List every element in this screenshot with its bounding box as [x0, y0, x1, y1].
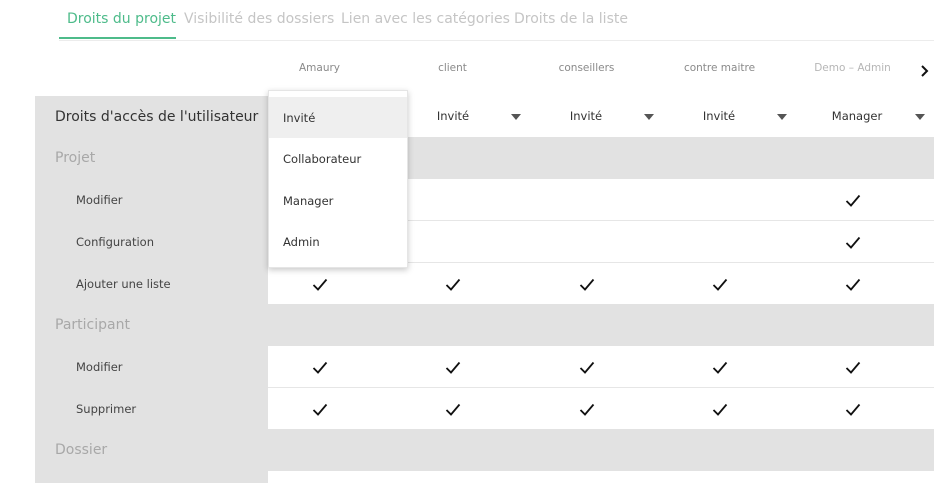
permission-cell[interactable] [520, 388, 653, 430]
section-title-projet: Projet [55, 150, 96, 166]
column-header-amaury: Amaury [298, 62, 341, 74]
permission-cell[interactable] [653, 221, 786, 263]
check-icon [312, 278, 327, 291]
check-icon [712, 361, 727, 374]
row-label-projet-ajouter-une-liste: Ajouter une liste [76, 277, 171, 291]
section-title-participant: Participant [55, 317, 130, 333]
dropdown-option-invite[interactable]: Invité [269, 97, 407, 138]
permission-cell[interactable] [653, 263, 786, 305]
role-select-value: Invité [569, 109, 603, 123]
role-select-value: Manager [831, 109, 883, 123]
chevron-right-icon[interactable] [918, 62, 932, 80]
check-icon [845, 194, 860, 207]
caret-down-icon [511, 114, 521, 120]
dropdown-option-admin[interactable]: Admin [269, 221, 407, 262]
caret-down-icon [644, 114, 654, 120]
tab-visibilite-des-dossiers[interactable]: Visibilité des dossiers [184, 11, 334, 27]
role-select-value: Invité [702, 109, 736, 123]
check-icon [445, 278, 460, 291]
check-icon [312, 361, 327, 374]
permission-cell[interactable] [386, 346, 519, 388]
permission-cell[interactable] [653, 346, 786, 388]
permission-row [268, 346, 934, 388]
column-header-conseillers: conseillers [558, 62, 615, 74]
permission-cell[interactable] [253, 388, 386, 430]
permission-cell[interactable] [653, 179, 786, 221]
check-icon [579, 403, 594, 416]
check-icon [712, 278, 727, 291]
role-select-demo-admin[interactable]: Manager [805, 96, 934, 138]
check-icon [445, 403, 460, 416]
permission-cell[interactable] [253, 263, 386, 305]
permission-cell[interactable] [653, 388, 786, 430]
permission-row [268, 388, 934, 430]
permission-row [268, 263, 934, 305]
row-label-participant-modifier: Modifier [76, 360, 123, 374]
tab-droits-de-la-liste[interactable]: Droits de la liste [514, 11, 628, 27]
permission-cell[interactable] [786, 179, 919, 221]
permission-cell[interactable] [520, 179, 653, 221]
permission-cell[interactable] [386, 388, 519, 430]
role-select-value: Invité [436, 109, 470, 123]
permission-cell[interactable] [786, 221, 919, 263]
row-labels-column: Droits d'accès de l'utilisateur Projet M… [35, 96, 268, 483]
check-icon [845, 361, 860, 374]
role-select-contre-maitre[interactable]: Invité [667, 96, 800, 138]
column-header-client: client [438, 62, 467, 74]
row-label-projet-configuration: Configuration [76, 235, 154, 249]
permission-cell[interactable] [520, 346, 653, 388]
access-rights-label: Droits d'accès de l'utilisateur [55, 109, 259, 125]
column-header-demo-admin: Demo – Admin [814, 62, 891, 74]
permission-cell[interactable] [786, 263, 919, 305]
role-select-conseillers[interactable]: Invité [534, 96, 667, 138]
check-icon [845, 278, 860, 291]
caret-down-icon [915, 114, 925, 120]
check-icon [845, 403, 860, 416]
check-icon [312, 403, 327, 416]
permission-cell[interactable] [786, 388, 919, 430]
permission-cell[interactable] [520, 263, 653, 305]
check-icon [712, 403, 727, 416]
check-icon [579, 278, 594, 291]
check-icon [845, 236, 860, 249]
tab-lien-avec-les-categories[interactable]: Lien avec les catégories [341, 11, 510, 27]
permission-cell[interactable] [253, 346, 386, 388]
permission-cell[interactable] [520, 221, 653, 263]
section-title-dossier: Dossier [55, 442, 108, 458]
check-icon [579, 361, 594, 374]
column-header-contre-maitre: contre maitre [683, 62, 756, 74]
check-icon [445, 361, 460, 374]
role-dropdown-menu: Invité Collaborateur Manager Admin [268, 90, 408, 268]
tab-droits-du-projet[interactable]: Droits du projet [67, 11, 176, 27]
role-select-client[interactable]: Invité [401, 96, 534, 138]
row-label-projet-modifier: Modifier [76, 193, 123, 207]
section-row-dossier [268, 429, 934, 471]
section-row-participant [268, 304, 934, 346]
active-tab-indicator [59, 37, 176, 39]
tab-bar: Droits du projet Visibilité des dossiers… [59, 0, 934, 41]
dropdown-option-manager[interactable]: Manager [269, 180, 407, 221]
permission-cell[interactable] [386, 263, 519, 305]
caret-down-icon [777, 114, 787, 120]
row-label-participant-supprimer: Supprimer [76, 402, 137, 416]
permission-cell[interactable] [786, 346, 919, 388]
dropdown-option-collaborateur[interactable]: Collaborateur [269, 138, 407, 179]
